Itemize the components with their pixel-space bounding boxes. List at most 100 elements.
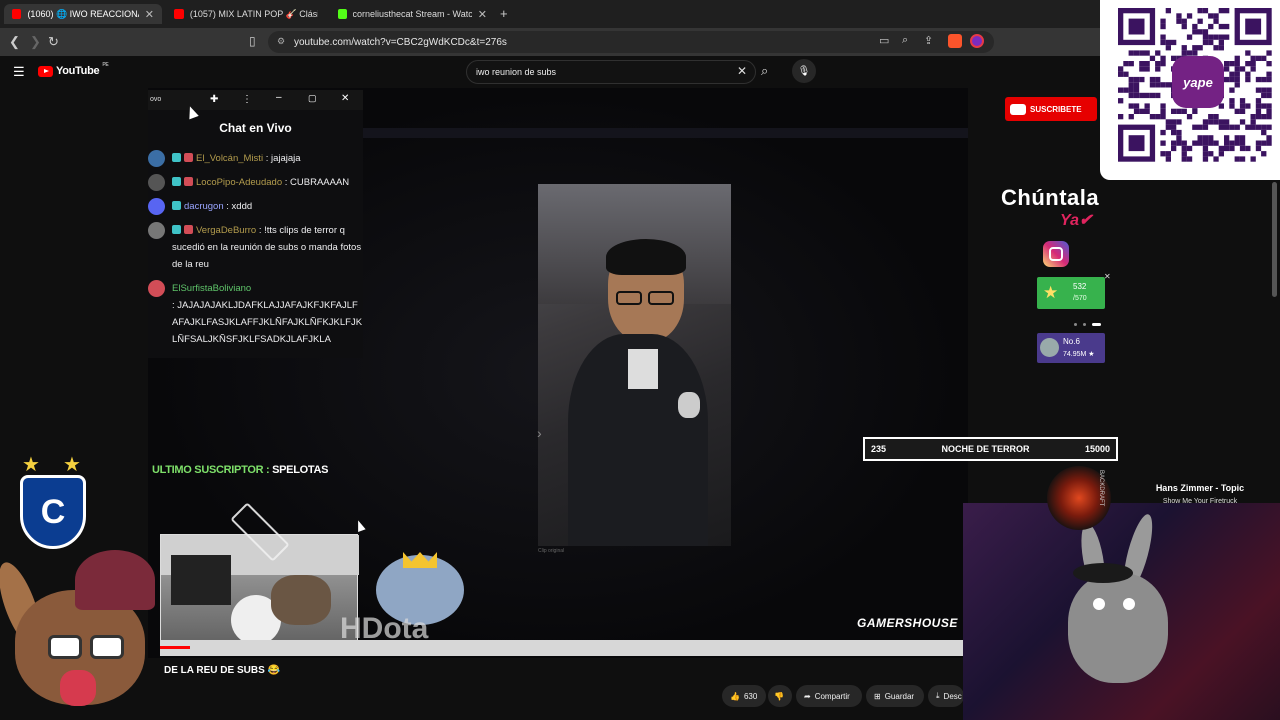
- download-label: Desc: [943, 691, 962, 701]
- logo-region: PE: [102, 62, 109, 68]
- goal-bar: 235 NOCHE DE TERROR 15000: [863, 437, 1118, 461]
- chat-window-title: ovo: [150, 96, 162, 103]
- clip-video-frame[interactable]: [538, 184, 731, 546]
- save-button[interactable]: ⊞ Guardar: [866, 685, 924, 707]
- extension-puzzle-icon[interactable]: ✚: [210, 94, 218, 105]
- star-count: 532: [1073, 282, 1087, 291]
- tab-label: (1060) 🌐 IWO REACCIONA C: [27, 8, 139, 19]
- chat-text: : JAJAJAJAKLJDAFKLAJJAFAJKFJKFAJLFAFAJKL…: [172, 300, 363, 345]
- room-furniture: [171, 555, 231, 605]
- glasses-left-icon: [616, 291, 642, 305]
- minimize-icon[interactable]: –: [276, 92, 282, 103]
- zoom-icon[interactable]: ⌕: [902, 34, 908, 47]
- cast-icon[interactable]: ▭: [879, 34, 889, 47]
- gamershouse-logo: GAMERSHOUSE: [857, 616, 958, 630]
- goal-target: 15000: [1084, 444, 1110, 454]
- tab-mix-latin-pop[interactable]: (1057) MIX LATIN POP 🎸 Clásicos (: [166, 4, 326, 24]
- chat-username[interactable]: dacrugon: [184, 201, 224, 212]
- chat-message: ElSurfistaBoliviano : JAJAJAJAKLJDAFKLAJ…: [148, 280, 363, 348]
- instagram-icon: [1043, 241, 1069, 267]
- share-button[interactable]: ➦ Compartir: [796, 685, 862, 707]
- download-icon: ⤓: [936, 691, 940, 700]
- badge-icon: [184, 177, 193, 186]
- chat-username[interactable]: ElSurfistaBoliviano: [172, 283, 251, 294]
- more-options-icon[interactable]: ⋮: [242, 94, 252, 105]
- logo-text: YouTube: [56, 65, 100, 77]
- album-name: BACKDRAFT: [1098, 470, 1104, 507]
- person-shirt: [628, 349, 658, 389]
- chevron-right-icon[interactable]: ›: [537, 425, 542, 441]
- yape-qr-code: yape: [1100, 0, 1280, 180]
- reload-icon[interactable]: ↻: [48, 34, 59, 50]
- close-icon[interactable]: ✕: [1104, 272, 1111, 281]
- chat-message: dacrugon : xddd: [148, 198, 363, 215]
- goal-title: NOCHE DE TERROR: [941, 444, 1030, 454]
- search-icon[interactable]: ⌕: [761, 63, 768, 79]
- person-hair: [606, 239, 686, 275]
- share-label: Compartir: [814, 691, 850, 701]
- jacket-logo-icon: [678, 392, 700, 418]
- tab-kick-stream[interactable]: corneliusthecat Stream - Watch Live ✕: [330, 4, 495, 24]
- new-tab-icon[interactable]: +: [500, 6, 508, 21]
- video-progress-bar[interactable]: [160, 640, 965, 656]
- star-total: /570: [1073, 295, 1087, 302]
- star-icon: ★: [1043, 283, 1059, 302]
- browser-tab-bar: (1060) 🌐 IWO REACCIONA C ✕ (1057) MIX LA…: [0, 0, 1100, 28]
- save-icon: ⊞: [874, 691, 881, 701]
- hat: [1073, 563, 1133, 583]
- yape-ya-label: Ya✔: [1060, 212, 1093, 229]
- badge-icon: [184, 153, 193, 162]
- subscribe-overlay: SUSCRIBETE: [1005, 97, 1097, 121]
- tab-iwo-reacciona[interactable]: (1060) 🌐 IWO REACCIONA C ✕: [4, 4, 162, 24]
- youtube-favicon-icon: [12, 9, 22, 19]
- like-button[interactable]: 👍 630: [722, 685, 766, 707]
- last-subscriber: ULTIMO SUSCRIPTOR : SPELOTAS: [152, 464, 328, 476]
- url-text: youtube.com/watch?v=CBC2gWdKCDc&t=276s: [294, 36, 507, 48]
- save-label: Guardar: [884, 691, 915, 701]
- bookmark-icon[interactable]: ▯: [249, 34, 256, 48]
- page-scrollbar[interactable]: [1272, 182, 1277, 297]
- brave-shield-icon[interactable]: [948, 34, 962, 48]
- share-icon[interactable]: ⇪: [924, 34, 933, 47]
- youtube-logo[interactable]: YouTube PE: [38, 62, 109, 77]
- youtube-play-icon: [1010, 103, 1026, 115]
- back-icon[interactable]: ❮: [9, 34, 20, 50]
- site-info-icon[interactable]: ⚙: [277, 36, 285, 47]
- tab-label: corneliusthecat Stream - Watch Live: [352, 9, 472, 19]
- person-figure: [271, 575, 331, 625]
- chat-message: VergaDeBurro : !tts clips de terror q su…: [148, 222, 363, 273]
- streamer-camera: [963, 503, 1280, 720]
- clear-search-icon[interactable]: ✕: [737, 64, 747, 78]
- chat-text: : jajajaja: [265, 153, 301, 164]
- chat-message: LocoPipo-Adeudado : CUBRAAAAN: [148, 174, 363, 191]
- close-tab-icon[interactable]: ✕: [145, 8, 154, 21]
- forward-icon[interactable]: ❯: [30, 34, 41, 50]
- badge-icon: [184, 225, 193, 234]
- maximize-icon[interactable]: ▢: [308, 93, 317, 104]
- menu-icon[interactable]: ☰: [13, 64, 25, 80]
- glasses-right-icon: [648, 291, 674, 305]
- like-count: 630: [743, 691, 758, 701]
- chat-username[interactable]: VergaDeBurro: [196, 225, 256, 236]
- music-subtitle: Show Me Your Firetruck: [1162, 498, 1238, 505]
- carousel-dots: [1074, 313, 1104, 326]
- chat-username[interactable]: El_Volcán_Misti: [196, 153, 263, 164]
- rank-position: No.6: [1063, 337, 1080, 346]
- star-goal-widget: ★ 532 /570: [1037, 277, 1105, 309]
- avatar: [148, 222, 165, 239]
- avatar: [148, 198, 165, 215]
- chat-username[interactable]: LocoPipo-Adeudado: [196, 177, 282, 188]
- search-input[interactable]: iwo reunion de subs: [466, 60, 756, 84]
- brave-rewards-icon[interactable]: [970, 34, 984, 48]
- dislike-button[interactable]: 👎: [768, 685, 792, 707]
- close-tab-icon[interactable]: ✕: [478, 8, 487, 21]
- streamer-webcam: [160, 534, 359, 651]
- donkey-mascot: [0, 540, 165, 710]
- close-window-icon[interactable]: ✕: [341, 93, 349, 104]
- badge-icon: [172, 153, 181, 162]
- voice-search-icon[interactable]: 🎙: [792, 59, 816, 83]
- download-button[interactable]: ⤓ Desc: [928, 685, 964, 707]
- badge-icon: [172, 225, 181, 234]
- donkey-head: [1068, 573, 1168, 683]
- chat-title: Chat en Vivo: [219, 121, 292, 135]
